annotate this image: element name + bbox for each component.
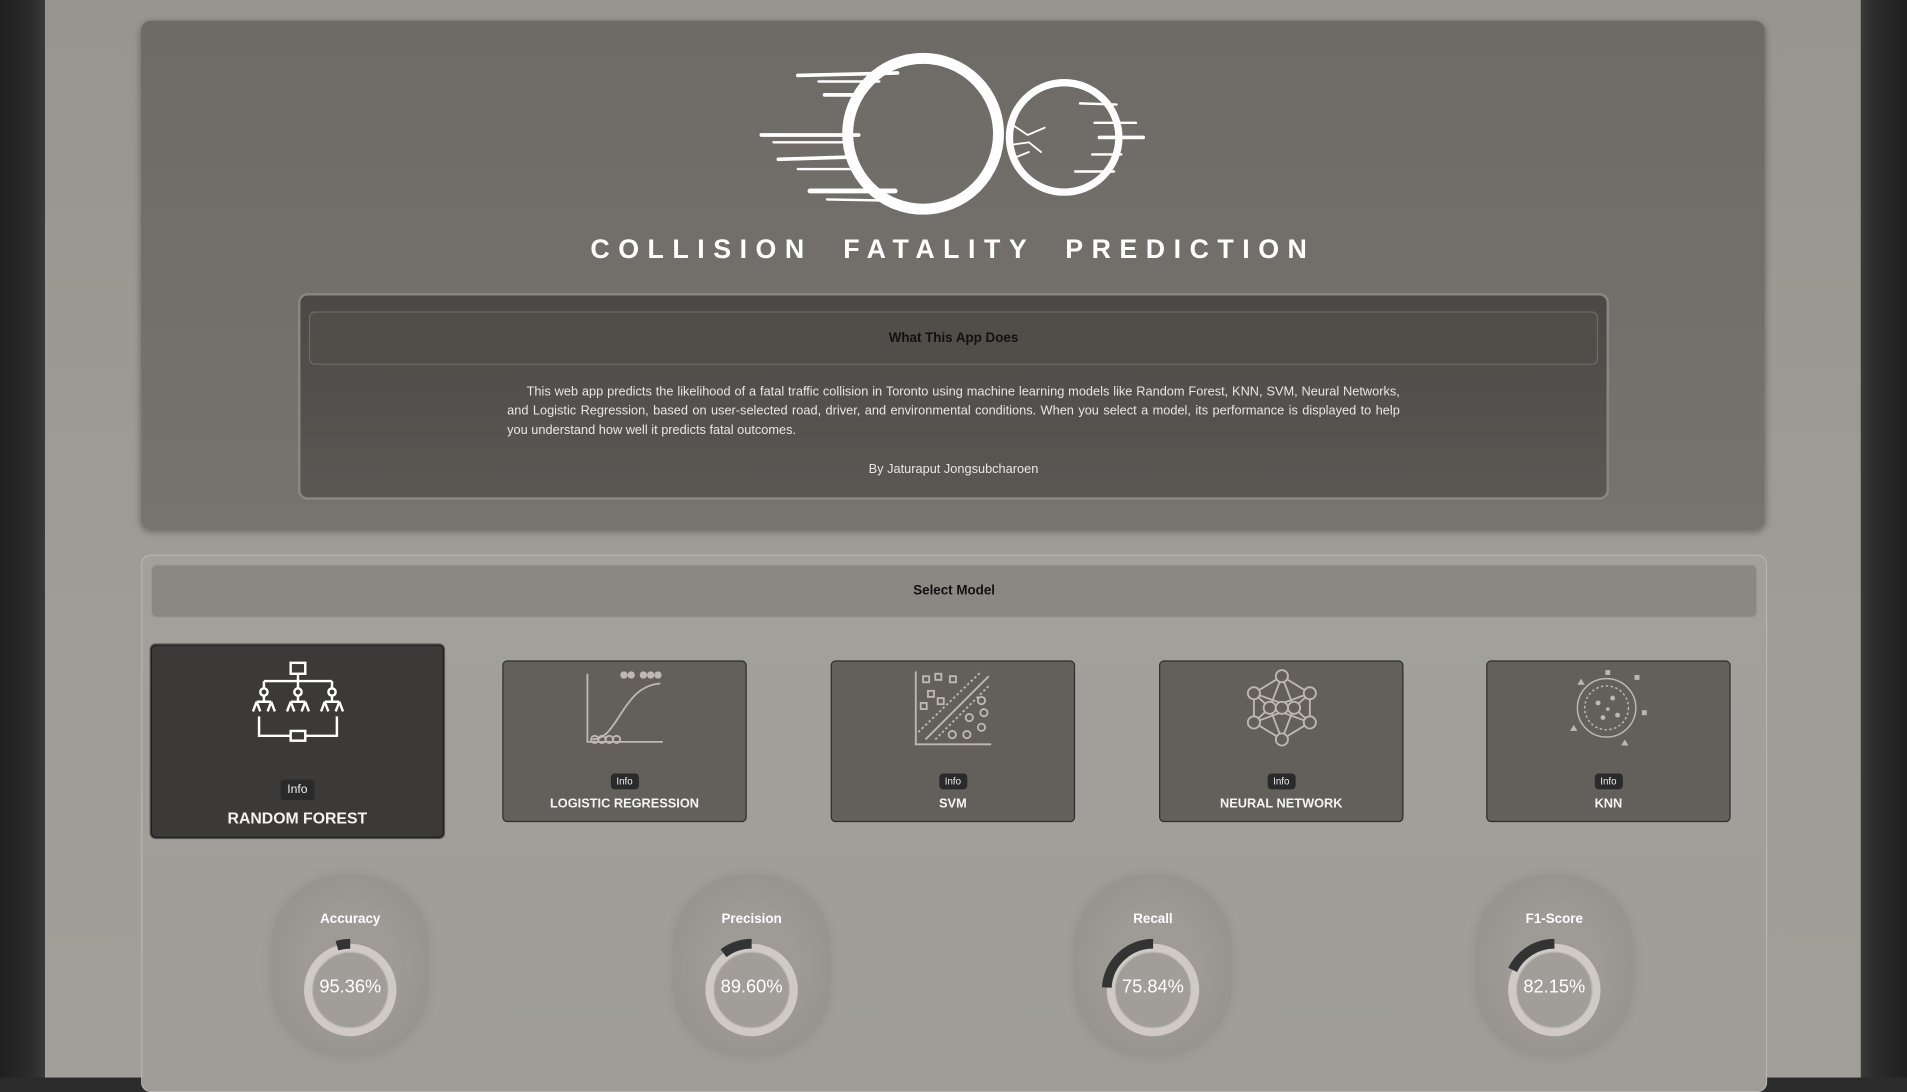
neural-network-icon	[1246, 669, 1317, 747]
metric-value: 82.15%	[1523, 976, 1586, 998]
model-name-knn: KNN	[1594, 796, 1623, 812]
metric-precision: Precision 89.60%	[672, 874, 831, 1057]
metric-f1-score: F1-Score 82.15%	[1475, 874, 1634, 1057]
window-frame-right	[1860, 0, 1907, 1078]
model-select-heading: Select Model	[150, 564, 1758, 618]
model-card-neural-network[interactable]: Info NEURAL NETWORK	[1159, 660, 1404, 823]
metric-value: 95.36%	[319, 976, 382, 998]
metric-accuracy: Accuracy 95.36%	[271, 874, 430, 1057]
about-heading: What This App Does	[308, 311, 1599, 365]
knn-cluster-icon	[1569, 670, 1647, 746]
app-logo-icon	[759, 52, 1146, 215]
sigmoid-curve-icon	[585, 671, 663, 745]
info-button-knn[interactable]: Info	[1594, 773, 1623, 790]
info-button-svm[interactable]: Info	[938, 773, 968, 790]
metric-label: Recall	[1133, 912, 1173, 927]
hero-panel: COLLISION FATALITY PREDICTION What This …	[141, 20, 1765, 530]
model-card-random-forest[interactable]: Info RANDOM FOREST	[150, 644, 444, 838]
model-card-logistic-regression[interactable]: Info LOGISTIC REGRESSION	[502, 660, 747, 823]
model-name-neural-network: NEURAL NETWORK	[1220, 796, 1343, 812]
metric-value: 89.60%	[720, 976, 783, 998]
about-box: What This App Does This web app predicts…	[297, 293, 1610, 500]
metric-value: 75.84%	[1122, 976, 1184, 998]
window-frame-left	[0, 0, 45, 1078]
metric-label: Accuracy	[320, 912, 381, 927]
svm-scatter-icon	[914, 670, 991, 746]
app-title: COLLISION FATALITY PREDICTION	[590, 233, 1316, 264]
metric-label: Precision	[721, 912, 782, 927]
metric-recall: Recall 75.84%	[1073, 874, 1233, 1057]
model-name-random-forest: RANDOM FOREST	[227, 808, 368, 828]
model-card-knn[interactable]: Info KNN	[1486, 660, 1731, 823]
model-name-logistic-regression: LOGISTIC REGRESSION	[550, 796, 700, 812]
info-button-random-forest[interactable]: Info	[279, 779, 315, 801]
metric-label: F1-Score	[1525, 912, 1583, 927]
model-card-svm[interactable]: Info SVM	[830, 660, 1076, 823]
decision-tree-icon	[251, 661, 344, 742]
info-button-logistic-regression[interactable]: Info	[610, 773, 639, 790]
app-page: COLLISION FATALITY PREDICTION What This …	[44, 0, 1861, 1092]
about-description: This web app predicts the likelihood of …	[507, 384, 1400, 438]
info-button-neural-network[interactable]: Info	[1267, 773, 1296, 790]
about-author: By Jaturaput Jongsubcharoen	[868, 462, 1039, 477]
model-name-svm: SVM	[939, 796, 967, 812]
